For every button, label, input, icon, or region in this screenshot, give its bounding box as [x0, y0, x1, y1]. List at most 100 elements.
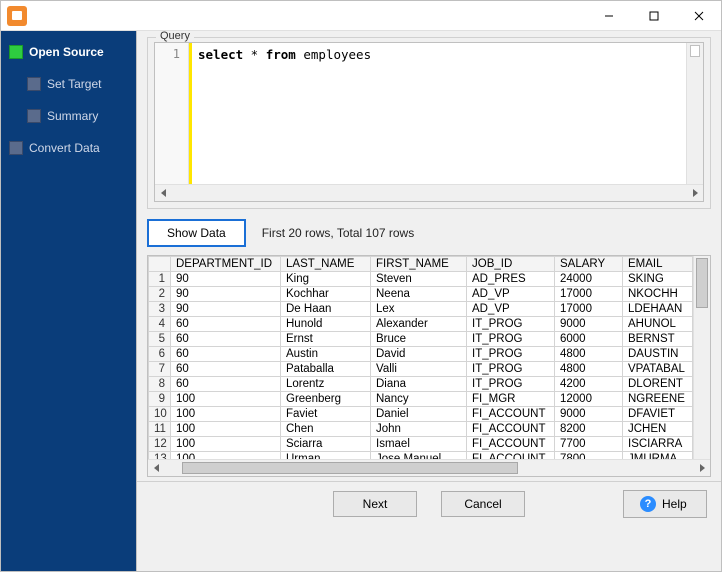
column-header[interactable]: JOB_ID	[467, 257, 555, 272]
table-row[interactable]: 12100SciarraIsmaelFI_ACCOUNT7700ISCIARRA	[149, 437, 693, 452]
cell[interactable]: Valli	[371, 362, 467, 377]
cell[interactable]: IT_PROG	[467, 317, 555, 332]
cell[interactable]: 6000	[555, 332, 623, 347]
cell[interactable]: JCHEN	[623, 422, 693, 437]
cell[interactable]: King	[281, 272, 371, 287]
cell[interactable]: 90	[171, 302, 281, 317]
column-header[interactable]: SALARY	[555, 257, 623, 272]
cell[interactable]: Austin	[281, 347, 371, 362]
cell[interactable]: Jose Manuel	[371, 452, 467, 460]
cell[interactable]: Neena	[371, 287, 467, 302]
column-header[interactable]: LAST_NAME	[281, 257, 371, 272]
table-row[interactable]: 9100GreenbergNancyFI_MGR12000NGREENE	[149, 392, 693, 407]
scroll-right-icon[interactable]	[693, 460, 710, 476]
cell[interactable]: Diana	[371, 377, 467, 392]
table-row[interactable]: 860LorentzDianaIT_PROG4200DLORENT	[149, 377, 693, 392]
cell[interactable]: 60	[171, 332, 281, 347]
scroll-right-icon[interactable]	[686, 185, 703, 201]
cell[interactable]: 12000	[555, 392, 623, 407]
cell[interactable]: IT_PROG	[467, 362, 555, 377]
cell[interactable]: 100	[171, 407, 281, 422]
cell[interactable]: AD_VP	[467, 287, 555, 302]
scroll-left-icon[interactable]	[155, 185, 172, 201]
cell[interactable]: BERNST	[623, 332, 693, 347]
cell[interactable]: Alexander	[371, 317, 467, 332]
cell[interactable]: Chen	[281, 422, 371, 437]
cell[interactable]: JMURMA	[623, 452, 693, 460]
cell[interactable]: FI_ACCOUNT	[467, 407, 555, 422]
cell[interactable]: VPATABAL	[623, 362, 693, 377]
show-data-button[interactable]: Show Data	[147, 219, 246, 247]
scroll-left-icon[interactable]	[148, 460, 165, 476]
cell[interactable]: Nancy	[371, 392, 467, 407]
grid-horizontal-scrollbar[interactable]	[148, 459, 710, 476]
cell[interactable]: 24000	[555, 272, 623, 287]
table-row[interactable]: 290KochharNeenaAD_VP17000NKOCHH	[149, 287, 693, 302]
scrollbar-thumb[interactable]	[696, 258, 708, 308]
cell[interactable]: FI_ACCOUNT	[467, 422, 555, 437]
next-button[interactable]: Next	[333, 491, 417, 517]
cell[interactable]: Faviet	[281, 407, 371, 422]
cell[interactable]: NGREENE	[623, 392, 693, 407]
cell[interactable]: DFAVIET	[623, 407, 693, 422]
table-row[interactable]: 760PataballaValliIT_PROG4800VPATABAL	[149, 362, 693, 377]
cell[interactable]: Ernst	[281, 332, 371, 347]
nav-step-summary[interactable]: Summary	[25, 105, 130, 127]
minimize-button[interactable]	[586, 1, 631, 31]
table-row[interactable]: 10100FavietDanielFI_ACCOUNT9000DFAVIET	[149, 407, 693, 422]
cell[interactable]: 8200	[555, 422, 623, 437]
cell[interactable]: 100	[171, 422, 281, 437]
cell[interactable]: FI_ACCOUNT	[467, 452, 555, 460]
column-header[interactable]: DEPARTMENT_ID	[171, 257, 281, 272]
cell[interactable]: 60	[171, 377, 281, 392]
cell[interactable]: IT_PROG	[467, 347, 555, 362]
cell[interactable]: IT_PROG	[467, 377, 555, 392]
cell[interactable]: Lorentz	[281, 377, 371, 392]
table-row[interactable]: 660AustinDavidIT_PROG4800DAUSTIN	[149, 347, 693, 362]
table-row[interactable]: 390De HaanLexAD_VP17000LDEHAAN	[149, 302, 693, 317]
nav-step-set-target[interactable]: Set Target	[25, 73, 130, 95]
close-button[interactable]	[676, 1, 721, 31]
help-button[interactable]: ? Help	[623, 490, 707, 518]
sql-code[interactable]: select * from employees	[192, 43, 686, 184]
cell[interactable]: AD_PRES	[467, 272, 555, 287]
cell[interactable]: 17000	[555, 287, 623, 302]
cell[interactable]: 60	[171, 362, 281, 377]
cell[interactable]: Pataballa	[281, 362, 371, 377]
cell[interactable]: 60	[171, 347, 281, 362]
cell[interactable]: Urman	[281, 452, 371, 460]
nav-step-open-source[interactable]: Open Source	[7, 41, 130, 63]
editor-horizontal-scrollbar[interactable]	[155, 184, 703, 201]
cell[interactable]: FI_MGR	[467, 392, 555, 407]
cell[interactable]: 9000	[555, 407, 623, 422]
editor-vertical-scrollbar[interactable]	[686, 43, 703, 184]
cell[interactable]: 9000	[555, 317, 623, 332]
cell[interactable]: 17000	[555, 302, 623, 317]
cell[interactable]: 4200	[555, 377, 623, 392]
cell[interactable]: John	[371, 422, 467, 437]
cell[interactable]: Kochhar	[281, 287, 371, 302]
cell[interactable]: Daniel	[371, 407, 467, 422]
column-header[interactable]: FIRST_NAME	[371, 257, 467, 272]
maximize-button[interactable]	[631, 1, 676, 31]
cell[interactable]: Hunold	[281, 317, 371, 332]
cell[interactable]: DLORENT	[623, 377, 693, 392]
table-row[interactable]: 13100UrmanJose ManuelFI_ACCOUNT7800JMURM…	[149, 452, 693, 460]
table-row[interactable]: 560ErnstBruceIT_PROG6000BERNST	[149, 332, 693, 347]
cell[interactable]: 100	[171, 452, 281, 460]
cell[interactable]: 90	[171, 287, 281, 302]
cell[interactable]: Greenberg	[281, 392, 371, 407]
cell[interactable]: Ismael	[371, 437, 467, 452]
cell[interactable]: Sciarra	[281, 437, 371, 452]
cell[interactable]: 60	[171, 317, 281, 332]
cell[interactable]: AHUNOL	[623, 317, 693, 332]
cell[interactable]: David	[371, 347, 467, 362]
table-row[interactable]: 190KingStevenAD_PRES24000SKING	[149, 272, 693, 287]
column-header[interactable]: EMAIL	[623, 257, 693, 272]
cell[interactable]: 100	[171, 392, 281, 407]
cell[interactable]: Bruce	[371, 332, 467, 347]
cell[interactable]: IT_PROG	[467, 332, 555, 347]
cell[interactable]: 7800	[555, 452, 623, 460]
cell[interactable]: 90	[171, 272, 281, 287]
cell[interactable]: LDEHAAN	[623, 302, 693, 317]
